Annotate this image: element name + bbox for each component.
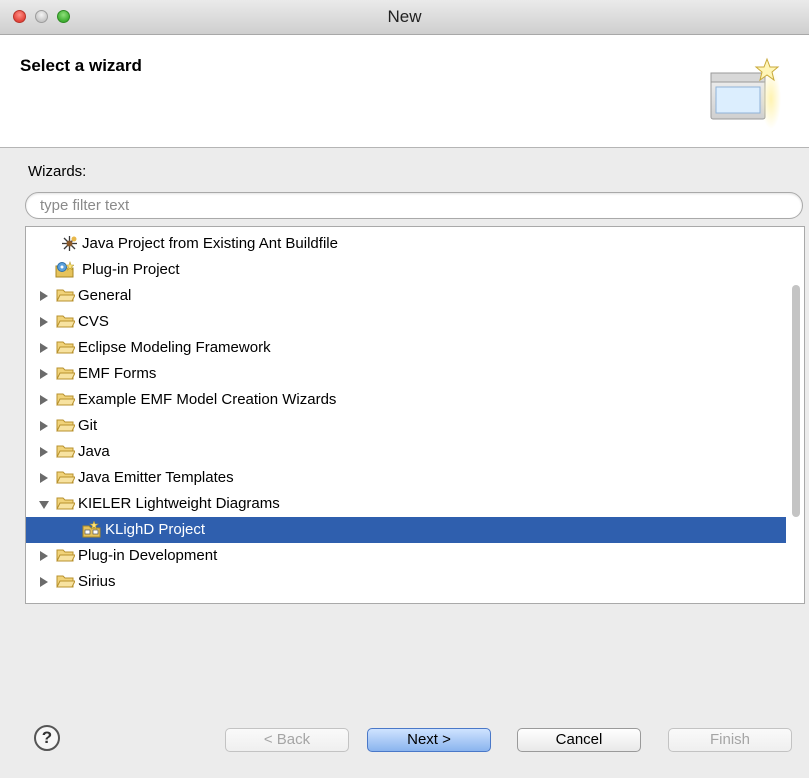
folder-icon <box>56 289 75 302</box>
cancel-button[interactable]: Cancel <box>517 728 641 752</box>
folder-icon <box>56 367 75 380</box>
expand-arrow-icon[interactable] <box>40 369 48 379</box>
expand-arrow-icon[interactable] <box>40 577 48 587</box>
folder-icon <box>56 419 75 432</box>
finish-button[interactable]: Finish <box>668 728 792 752</box>
plugin-project-icon <box>55 261 74 278</box>
tree-row[interactable]: Java <box>26 439 786 465</box>
scrollbar-thumb[interactable] <box>792 285 800 517</box>
page-title: Select a wizard <box>20 56 142 75</box>
tree-row-label: Plug-in Development <box>78 547 218 564</box>
tree-row-label: EMF Forms <box>78 365 157 382</box>
expand-arrow-icon[interactable] <box>40 551 48 561</box>
tree-row[interactable]: EMF Forms <box>26 361 786 387</box>
tree-row-label: KLighD Project <box>105 521 206 538</box>
tree-row[interactable]: Plug-in Project <box>26 257 786 283</box>
new-wizard-dialog: New Select a wizard Wizards: type filter… <box>0 0 809 778</box>
vertical-scrollbar[interactable] <box>790 229 802 601</box>
tree-row-label: General <box>78 287 132 304</box>
title-bar: New <box>0 0 809 35</box>
folder-icon <box>56 393 75 406</box>
folder-icon <box>56 471 75 484</box>
tree-row[interactable]: General <box>26 283 786 309</box>
filter-input[interactable] <box>25 192 803 219</box>
expand-arrow-icon[interactable] <box>40 447 48 457</box>
help-button[interactable]: ? <box>34 725 60 751</box>
window-title: New <box>387 7 422 26</box>
tree-row-label: Java Project from Existing Ant Buildfile <box>82 235 338 252</box>
tree-row-label: CVS <box>78 313 109 330</box>
wizards-label: Wizards: <box>28 163 87 180</box>
tree-row-label: Example EMF Model Creation Wizards <box>78 391 337 408</box>
tree-row[interactable]: Eclipse Modeling Framework <box>26 335 786 361</box>
expand-arrow-icon[interactable] <box>40 343 48 353</box>
back-button[interactable]: < Back <box>225 728 349 752</box>
tree-row-label: Java Emitter Templates <box>78 469 234 486</box>
expand-arrow-icon[interactable] <box>40 473 48 483</box>
tree-row[interactable]: Example EMF Model Creation Wizards <box>26 387 786 413</box>
tree-row-label: Sirius <box>78 573 116 590</box>
tree-row[interactable]: Sirius <box>26 569 786 595</box>
expand-arrow-icon[interactable] <box>40 395 48 405</box>
folder-icon <box>56 315 75 328</box>
expand-arrow-icon[interactable] <box>40 421 48 431</box>
folder-icon <box>56 575 75 588</box>
expand-arrow-icon[interactable] <box>40 291 48 301</box>
wizard-header: Select a wizard <box>0 35 809 148</box>
wizard-tree[interactable]: Java Project from Existing Ant Buildfile… <box>25 226 805 604</box>
tree-row[interactable]: Java Project from Existing Ant Buildfile <box>26 231 786 257</box>
klighd-project-icon <box>82 521 101 538</box>
tree-row[interactable]: Plug-in Development <box>26 543 786 569</box>
tree-row-label: Eclipse Modeling Framework <box>78 339 271 356</box>
tree-row[interactable]: CVS <box>26 309 786 335</box>
tree-row[interactable]: Java Emitter Templates <box>26 465 786 491</box>
tree-row-label: Plug-in Project <box>82 261 180 278</box>
folder-icon <box>56 497 75 510</box>
tree-row[interactable]: Git <box>26 413 786 439</box>
tree-row-label: KIELER Lightweight Diagrams <box>78 495 280 512</box>
folder-icon <box>56 549 75 562</box>
folder-icon <box>56 341 75 354</box>
expand-arrow-icon[interactable] <box>40 317 48 327</box>
next-button[interactable]: Next > <box>367 728 491 752</box>
ant-icon <box>62 236 77 251</box>
tree-row[interactable]: KIELER Lightweight Diagrams <box>26 491 786 517</box>
new-wizard-banner-icon <box>710 57 781 129</box>
folder-icon <box>56 445 75 458</box>
collapse-arrow-icon[interactable] <box>39 501 49 509</box>
tree-row-label: Java <box>78 443 110 460</box>
tree-row-label: Git <box>78 417 98 434</box>
tree-row-selected[interactable]: KLighD Project <box>26 517 786 543</box>
